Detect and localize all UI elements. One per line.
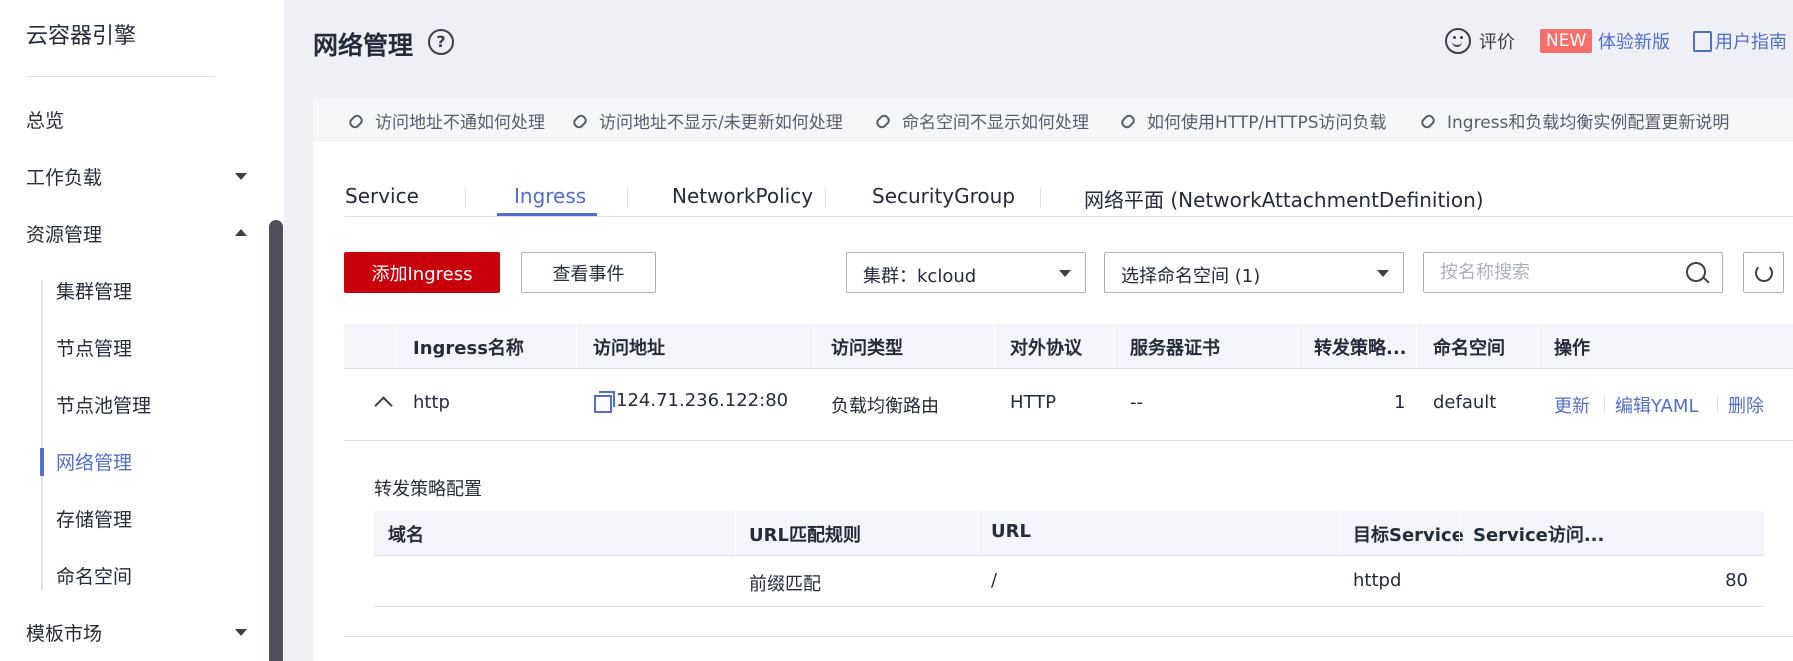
link-icon: [874, 112, 892, 130]
url: /: [991, 570, 998, 591]
try-new-version-link[interactable]: 体验新版: [1598, 28, 1670, 54]
link-icon: [571, 112, 589, 130]
tab-ingress[interactable]: Ingress: [514, 184, 586, 208]
expanded-title: 转发策略配置: [374, 479, 482, 500]
link-icon: [1419, 112, 1437, 130]
quick-link[interactable]: Ingress和负载均衡实例配置更新说明: [1419, 108, 1729, 133]
sidebar-item-nodes[interactable]: 节点管理: [56, 334, 132, 361]
copy-icon[interactable]: [594, 391, 615, 413]
smile-icon[interactable]: [1445, 28, 1471, 54]
refresh-icon: [1755, 264, 1773, 282]
divider: [344, 636, 1793, 637]
sidebar-item-network[interactable]: 网络管理: [56, 448, 132, 475]
chevron-up-icon[interactable]: [235, 229, 247, 236]
column-header: 域名: [388, 525, 424, 546]
edit-yaml-link[interactable]: 编辑YAML: [1615, 392, 1698, 418]
sidebar-item-namespaces[interactable]: 命名空间: [56, 562, 132, 589]
service-port: 80: [1725, 570, 1748, 591]
chevron-down-icon: [1059, 270, 1071, 277]
chevron-down-icon[interactable]: [235, 629, 247, 636]
namespace: default: [1433, 392, 1497, 413]
column-header: 服务器证书: [1130, 338, 1220, 359]
quick-link[interactable]: 访问地址不显示/未更新如何处理: [571, 108, 843, 133]
chevron-down-icon[interactable]: [235, 173, 247, 180]
table-header: Ingress名称 访问地址 访问类型 对外协议 服务器证书 转发策略... 命…: [344, 324, 1793, 369]
sidebar-item-workloads[interactable]: 工作负载: [26, 163, 102, 190]
cluster-select[interactable]: 集群：kcloud: [846, 252, 1086, 293]
user-guide-link[interactable]: 用户指南: [1715, 28, 1787, 54]
tab-securitygroup[interactable]: SecurityGroup: [872, 184, 1015, 208]
certificate: --: [1130, 392, 1143, 413]
search-icon[interactable]: [1686, 262, 1706, 282]
update-link[interactable]: 更新: [1554, 392, 1590, 418]
column-header: Service访问...: [1473, 525, 1605, 546]
quick-link[interactable]: 命名空间不显示如何处理: [874, 108, 1089, 133]
search-box: [1423, 252, 1723, 293]
delete-link[interactable]: 删除: [1728, 392, 1764, 418]
target-service: httpd: [1353, 570, 1402, 591]
table-row: http 124.71.236.122:80 负载均衡路由 HTTP -- 1 …: [344, 368, 1793, 441]
active-tab-indicator: [497, 213, 597, 216]
column-header: 对外协议: [1010, 338, 1082, 359]
column-header: 转发策略...: [1314, 338, 1407, 359]
tab-bar: Service Ingress NetworkPolicy SecurityGr…: [345, 172, 1793, 217]
column-header: 访问类型: [831, 338, 903, 359]
sidebar: 云容器引擎 总览 工作负载 资源管理 集群管理 节点管理 节点池管理 网络管理 …: [0, 0, 284, 661]
guide-icon: [1693, 31, 1712, 52]
main-panel: Service Ingress NetworkPolicy SecurityGr…: [313, 142, 1793, 661]
column-header: 命名空间: [1433, 338, 1505, 359]
sidebar-item-storage[interactable]: 存储管理: [56, 505, 132, 532]
protocol: HTTP: [1010, 392, 1057, 413]
search-input[interactable]: [1438, 261, 1672, 284]
ingress-name: http: [413, 392, 450, 413]
brand-title: 云容器引擎: [26, 24, 137, 49]
sidebar-item-overview[interactable]: 总览: [26, 106, 64, 133]
tab-service[interactable]: Service: [345, 184, 419, 208]
sidebar-item-clusters[interactable]: 集群管理: [56, 277, 132, 304]
link-icon: [347, 112, 365, 130]
active-indicator: [40, 448, 44, 476]
tab-network-attachment[interactable]: 网络平面 (NetworkAttachmentDefinition): [1084, 184, 1484, 213]
link-icon: [1119, 112, 1137, 130]
view-events-button[interactable]: 查看事件: [521, 252, 656, 293]
submenu-line: [41, 280, 43, 590]
help-icon[interactable]: ?: [428, 29, 454, 55]
sub-table-header: 域名 URL匹配规则 URL 目标Service Service访问...: [374, 511, 1764, 556]
tab-networkpolicy[interactable]: NetworkPolicy: [672, 184, 813, 208]
add-ingress-button[interactable]: 添加Ingress: [344, 252, 500, 293]
sidebar-item-nodepools[interactable]: 节点池管理: [56, 391, 151, 418]
refresh-button[interactable]: [1743, 252, 1784, 293]
divider: [26, 76, 215, 77]
column-header: URL匹配规则: [749, 525, 861, 546]
quick-link[interactable]: 如何使用HTTP/HTTPS访问负载: [1119, 108, 1387, 133]
column-header: 目标Service: [1353, 525, 1464, 546]
column-header: 访问地址: [593, 338, 665, 359]
table-row: 前缀匹配 / httpd 80: [374, 556, 1764, 607]
sidebar-item-resources[interactable]: 资源管理: [26, 220, 102, 247]
collapse-icon[interactable]: [374, 396, 393, 415]
quick-link[interactable]: 访问地址不通如何处理: [347, 108, 545, 133]
access-address: 124.71.236.122:80: [616, 390, 789, 411]
chevron-down-icon: [1377, 270, 1389, 277]
page-title: 网络管理: [313, 31, 414, 60]
new-badge: NEW: [1540, 29, 1593, 53]
quick-links-bar: 访问地址不通如何处理 访问地址不显示/未更新如何处理 命名空间不显示如何处理 如…: [313, 98, 1793, 142]
namespace-select[interactable]: 选择命名空间 (1): [1104, 252, 1404, 293]
column-header[interactable]: Ingress名称: [413, 334, 524, 360]
access-type: 负载均衡路由: [831, 396, 939, 417]
column-header: URL: [991, 521, 1031, 542]
rule-count: 1: [1394, 392, 1406, 413]
scrollbar[interactable]: [269, 220, 283, 661]
match-rule: 前缀匹配: [749, 574, 821, 595]
sidebar-item-templates[interactable]: 模板市场: [26, 619, 102, 646]
column-header: 操作: [1554, 338, 1590, 359]
feedback-link[interactable]: 评价: [1479, 28, 1515, 54]
